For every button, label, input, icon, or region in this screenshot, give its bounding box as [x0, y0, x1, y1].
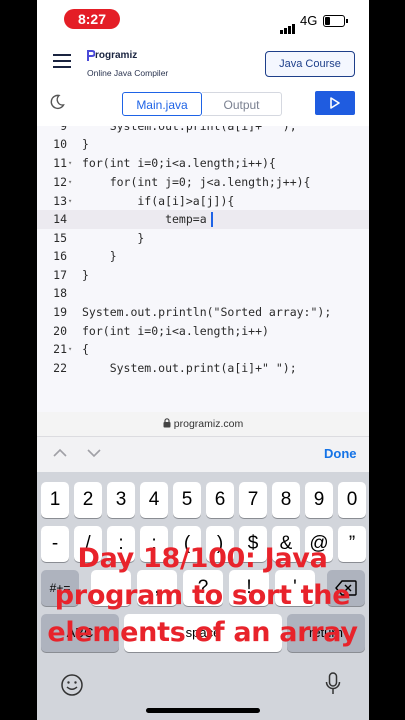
code-editor[interactable]: 9 System.out.print(a[i]+" "); 10 } 11 ▾ …	[37, 126, 369, 412]
line-number: 16	[53, 249, 67, 263]
key-7[interactable]: 7	[239, 482, 267, 518]
code-line: 16 }	[37, 247, 369, 266]
editor-toolbar: Main.java Output	[37, 84, 369, 127]
logo-mark-icon	[87, 50, 95, 61]
code-line-active: 14 temp=a	[37, 210, 369, 229]
chevron-up-icon[interactable]	[53, 446, 67, 460]
code-text: if(a[i]>a[j]){	[82, 194, 235, 208]
lock-icon	[163, 418, 171, 428]
status-bar: 8:27 4G	[37, 0, 369, 40]
caption-line-1: Day 18/100: Java	[77, 543, 328, 574]
dark-mode-moon-icon[interactable]	[49, 94, 65, 110]
key-5[interactable]: 5	[173, 482, 201, 518]
done-button[interactable]: Done	[324, 446, 357, 461]
code-line: 19 System.out.println("Sorted array:");	[37, 303, 369, 322]
line-number: 17	[53, 268, 67, 282]
line-number: 10	[53, 137, 67, 151]
keyboard-accessory-bar: Done	[37, 436, 369, 473]
brand-name: rogramiz	[95, 50, 138, 61]
code-line: 20 for(int i=0;i<a.length;i++)	[37, 322, 369, 341]
status-time: 8:27	[64, 9, 120, 29]
key-0[interactable]: 0	[338, 482, 366, 518]
video-caption-overlay: Day 18/100: Java program to sort the ele…	[0, 540, 405, 651]
code-line: 12 ▾ for(int j=0; j<a.length;j++){	[37, 173, 369, 192]
code-text: }	[82, 268, 89, 282]
fold-arrow-icon[interactable]: ▾	[68, 192, 72, 211]
fold-arrow-icon[interactable]: ▾	[68, 154, 72, 173]
code-text: for(int i=0;i<a.length;i++)	[82, 324, 269, 338]
code-text: for(int j=0; j<a.length;j++){	[82, 175, 311, 189]
home-indicator	[146, 708, 260, 713]
code-text: System.out.println("Sorted array:");	[82, 305, 332, 319]
programiz-logo[interactable]: rogramiz Online Java Compiler	[87, 48, 217, 82]
key-3[interactable]: 3	[107, 482, 135, 518]
code-line: 11 ▾ for(int i=0;i<a.length;i++){	[37, 154, 369, 173]
line-number: 11	[53, 156, 67, 170]
code-text: }	[82, 137, 89, 151]
fold-arrow-icon[interactable]: ▾	[68, 173, 72, 192]
code-text: for(int i=0;i<a.length;i++){	[82, 156, 276, 170]
play-icon	[330, 97, 340, 109]
code-line: 10 }	[37, 135, 369, 154]
run-button[interactable]	[315, 91, 355, 115]
url-bar[interactable]: programiz.com	[37, 412, 369, 436]
line-number: 21	[53, 342, 67, 356]
code-text: temp=a	[82, 212, 207, 226]
chevron-down-icon[interactable]	[87, 446, 101, 460]
java-course-button[interactable]: Java Course	[265, 51, 355, 77]
caption-line-2: program to sort the	[54, 580, 351, 611]
line-number: 12	[53, 175, 67, 189]
key-9[interactable]: 9	[305, 482, 333, 518]
tab-output[interactable]: Output	[202, 92, 282, 116]
hamburger-menu-icon[interactable]	[53, 54, 71, 68]
code-line: 17 }	[37, 266, 369, 285]
fold-arrow-icon[interactable]: ▾	[68, 340, 72, 359]
code-line: 18	[37, 284, 369, 303]
code-line: 15 }	[37, 229, 369, 248]
brand-subtitle: Online Java Compiler	[87, 68, 169, 78]
signal-icon	[280, 16, 296, 34]
tab-main-java[interactable]: Main.java	[122, 92, 202, 116]
key-4[interactable]: 4	[140, 482, 168, 518]
code-text: }	[82, 249, 117, 263]
code-text: }	[82, 231, 145, 245]
code-text: {	[82, 342, 89, 356]
code-line: 13 ▾ if(a[i]>a[j]){	[37, 192, 369, 211]
line-number: 19	[53, 305, 67, 319]
line-number: 14	[53, 212, 67, 226]
code-line: 22 System.out.print(a[i]+" ");	[37, 359, 369, 378]
key-2[interactable]: 2	[74, 482, 102, 518]
text-caret	[211, 212, 213, 227]
code-text: System.out.print(a[i]+" ");	[82, 361, 297, 375]
battery-icon	[323, 15, 348, 27]
line-number: 13	[53, 194, 67, 208]
line-number: 22	[53, 361, 67, 375]
key-6[interactable]: 6	[206, 482, 234, 518]
line-number: 20	[53, 324, 67, 338]
microphone-icon[interactable]	[325, 672, 341, 696]
line-number: 15	[53, 231, 67, 245]
key-1[interactable]: 1	[41, 482, 69, 518]
url-text: programiz.com	[173, 418, 244, 430]
line-number: 18	[53, 286, 67, 300]
code-line: 21 ▾ {	[37, 340, 369, 359]
network-label: 4G	[300, 13, 318, 28]
site-header: rogramiz Online Java Compiler Java Cours…	[37, 40, 369, 84]
caption-line-3: elements of an array	[47, 617, 358, 648]
key-8[interactable]: 8	[272, 482, 300, 518]
emoji-icon[interactable]	[61, 674, 83, 696]
